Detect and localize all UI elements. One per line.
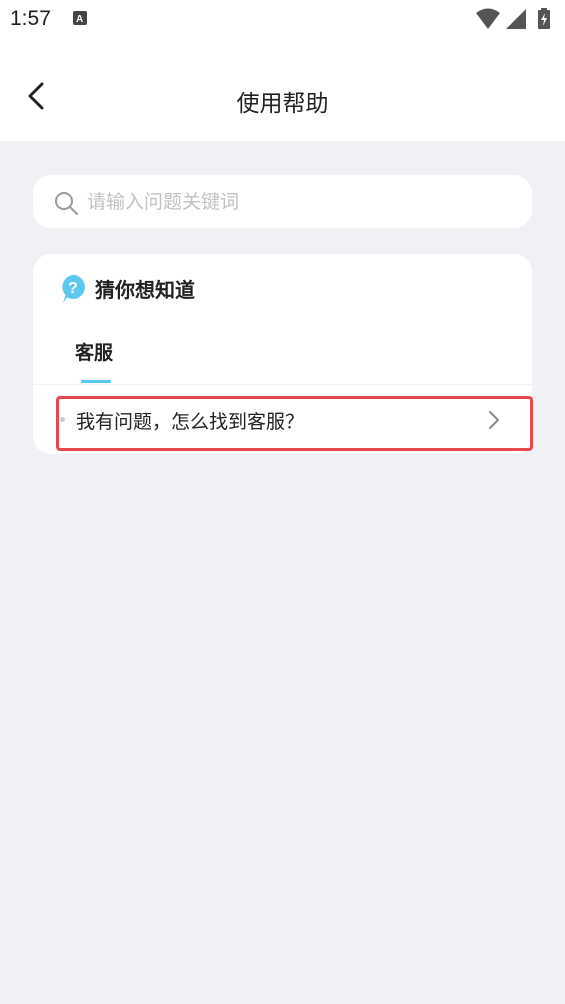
page-title: 使用帮助 bbox=[236, 91, 329, 117]
search-icon bbox=[55, 192, 78, 215]
svg-text:?: ? bbox=[68, 280, 78, 297]
list-dot-icon bbox=[60, 417, 65, 422]
faq-section-title: 猜你想知道 bbox=[95, 278, 195, 302]
tab-customer-service[interactable]: 客服 bbox=[75, 338, 119, 384]
question-bubble-icon: ? bbox=[62, 275, 85, 303]
faq-item[interactable]: 我有问题，怎么找到客服？ bbox=[57, 397, 532, 451]
search-input[interactable] bbox=[87, 175, 507, 228]
status-time: 1:57 bbox=[10, 7, 51, 30]
svg-text:A: A bbox=[76, 14, 83, 25]
divider bbox=[33, 384, 532, 385]
tab-label: 客服 bbox=[75, 342, 114, 364]
app-notification-icon: A bbox=[73, 11, 87, 25]
top-app-bar: 使用帮助 bbox=[0, 40, 565, 141]
faq-item-label: 我有问题，怎么找到客服？ bbox=[76, 411, 305, 433]
faq-card: ? 猜你想知道 客服 我有问题，怎么找到客服？ bbox=[33, 254, 532, 454]
battery-charging-icon bbox=[538, 8, 550, 29]
wifi-icon bbox=[476, 8, 500, 29]
active-tab-indicator bbox=[81, 380, 111, 383]
search-bar[interactable] bbox=[33, 175, 532, 228]
chevron-right-icon bbox=[489, 411, 499, 429]
status-bar: 1:57 A bbox=[0, 0, 565, 40]
signal-icon bbox=[506, 9, 526, 29]
